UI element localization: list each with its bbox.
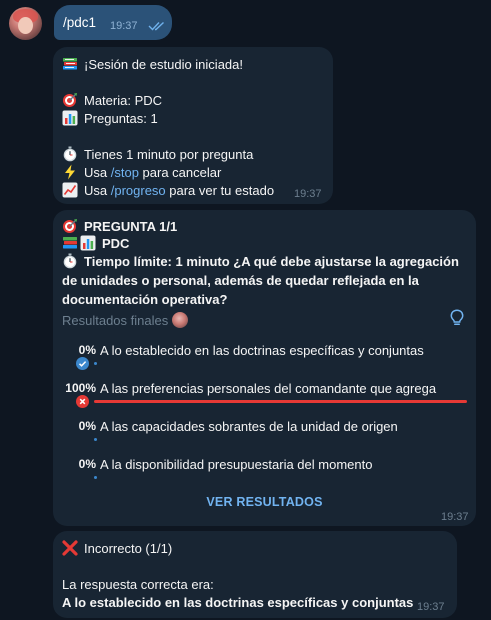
poll-header-line: PREGUNTA 1/1 [62,218,177,235]
message-time: 19:37 [294,188,322,200]
outgoing-message[interactable]: /pdc1 19:37 [54,5,172,40]
correct-answer: A lo establecido en las doctrinas especí… [62,595,414,610]
poll-message: PREGUNTA 1/1 PDC Tiempo límite: 1 minuto… [53,210,476,526]
chart-increasing-emoji-icon [62,182,78,198]
option-label: A las capacidades sobrantes de la unidad… [100,419,398,434]
bar-chart-emoji-icon [62,110,78,126]
red-cross-emoji-icon [62,540,78,556]
stopwatch-emoji-icon [62,146,78,162]
lightbulb-icon[interactable] [450,309,464,327]
poll-header: PREGUNTA 1/1 [84,219,178,234]
subject-text: Materia: PDC [84,93,163,108]
option-label: A lo establecido en las doctrinas especí… [100,343,424,358]
session-title-line: ¡Sesión de estudio iniciada! [62,56,243,73]
message-time: 19:37 [110,20,138,32]
stop-pre: Usa [84,165,111,180]
view-results-button[interactable]: VER RESULTADOS [53,495,476,509]
correct-check-icon [76,357,89,370]
target-emoji-icon [62,218,78,234]
books-emoji-icon [62,56,78,72]
option-percent: 0% [78,457,96,471]
option-result-bar [94,438,97,441]
option-label: A la disponibilidad presupuestaria del m… [100,457,373,472]
result-message: Incorrecto (1/1) La respuesta correcta e… [53,531,457,618]
read-checkmarks-icon [148,21,164,31]
questions-text: Preguntas: 1 [84,111,158,126]
option-result-bar [94,400,467,403]
option-result-bar [94,476,97,479]
progress-post: para ver tu estado [165,183,275,198]
bar-chart-emoji-icon [80,235,96,251]
message-time: 19:37 [417,601,445,613]
progress-command-link[interactable]: /progreso [111,183,166,198]
answer-intro: La respuesta correcta era: [62,577,214,592]
option-percent: 0% [78,343,96,357]
option-percent: 100% [65,381,96,395]
poll-option: 100% A las preferencias personales del c… [53,381,476,419]
time-per-question-text: Tienes 1 minuto por pregunta [84,147,254,162]
poll-option: 0% A las capacidades sobrantes de la uni… [53,419,476,457]
questions-line: Preguntas: 1 [62,110,158,127]
poll-status-text: Resultados finales [62,313,169,328]
poll-subject-line: PDC [62,235,129,252]
option-result-bar [94,362,97,365]
poll-option: 0% A la disponibilidad presupuestaria de… [53,457,476,495]
lightning-emoji-icon [62,164,78,180]
poll-subject: PDC [102,236,130,251]
stop-command-link[interactable]: /stop [111,165,139,180]
command-text: /pdc1 [63,15,97,30]
avatar-face [18,17,33,34]
subject-line: Materia: PDC [62,92,162,109]
session-message: ¡Sesión de estudio iniciada! Materia: PD… [53,47,333,204]
progress-pre: Usa [84,183,111,198]
session-title: ¡Sesión de estudio iniciada! [84,57,243,72]
time-per-question-line: Tienes 1 minuto por pregunta [62,146,253,163]
poll-status: Resultados finales [62,312,189,328]
progress-line: Usa /progreso para ver tu estado [62,182,274,199]
message-time: 19:37 [441,511,469,523]
stop-line: Usa /stop para cancelar [62,164,221,181]
books-emoji-icon [62,235,78,251]
option-percent: 0% [78,419,96,433]
poll-question-text: Tiempo límite: 1 minuto ¿A qué debe ajus… [62,254,459,307]
wrong-cross-icon [76,395,89,408]
stopwatch-emoji-icon [62,253,78,269]
voter-avatar [172,312,189,328]
poll-option: 0% A lo establecido en las doctrinas esp… [53,343,476,381]
target-emoji-icon [62,92,78,108]
user-avatar[interactable] [9,7,42,40]
option-label: A las preferencias personales del comand… [100,381,437,396]
verdict-text: Incorrecto (1/1) [84,541,173,556]
verdict-line: Incorrecto (1/1) [62,540,172,557]
stop-post: para cancelar [138,165,222,180]
poll-question: Tiempo límite: 1 minuto ¿A qué debe ajus… [62,252,464,309]
